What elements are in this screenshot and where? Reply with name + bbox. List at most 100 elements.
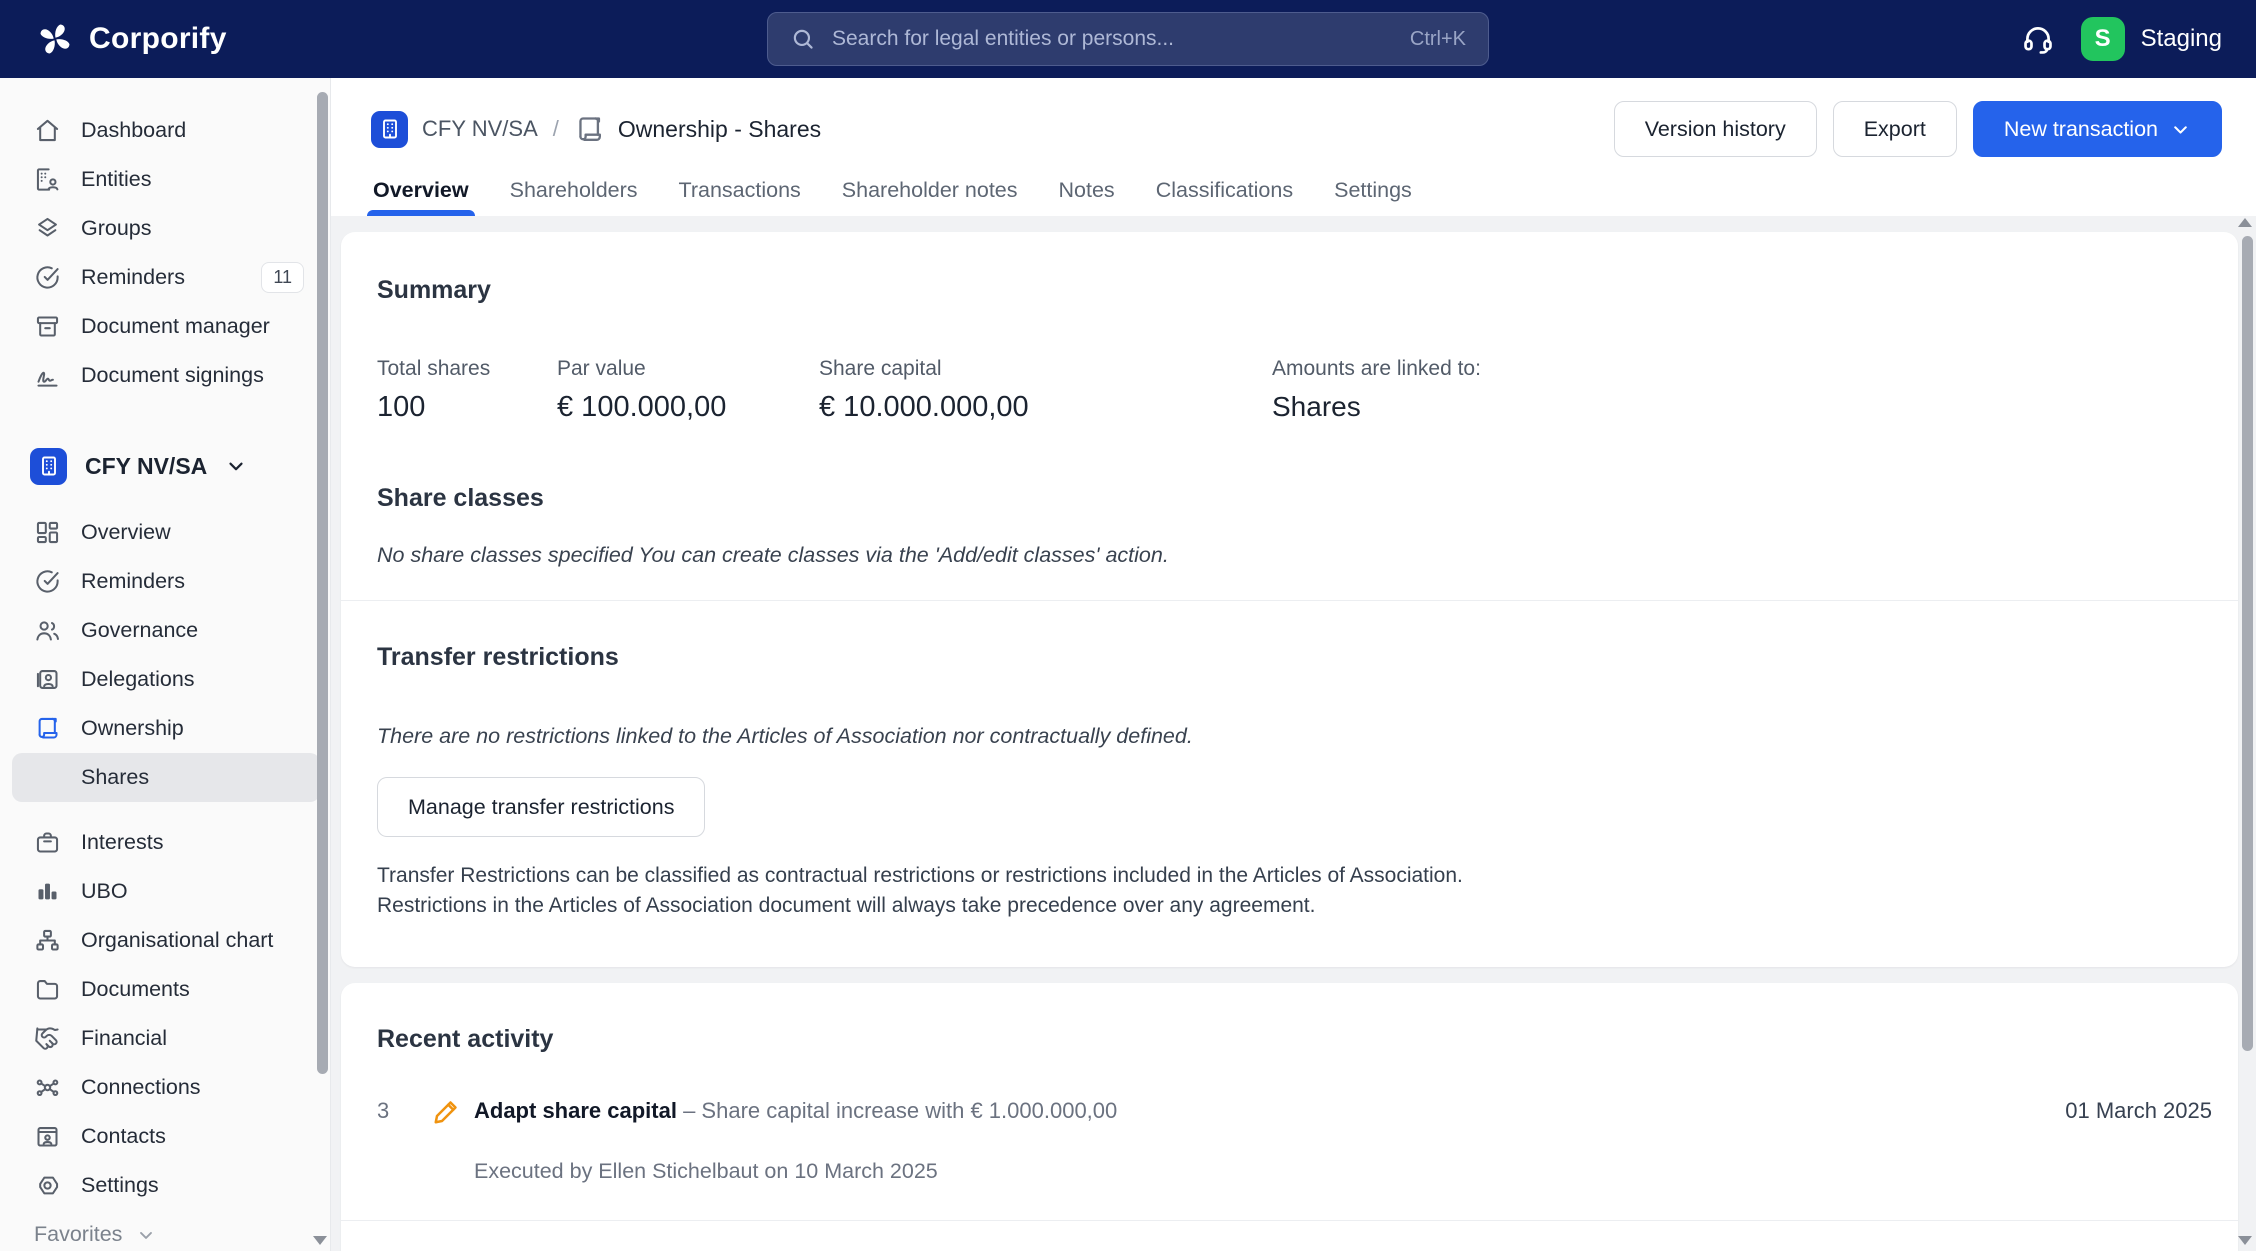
sidebar-item-label: Shares: [81, 765, 150, 789]
main-content: CFY NV/SA / Ownership - Shares Version h…: [331, 78, 2256, 1251]
tab-overview[interactable]: Overview: [367, 178, 475, 216]
page-title: Ownership - Shares: [617, 115, 822, 142]
stat-label: Share capital: [819, 357, 942, 380]
activity-row[interactable]: 3 Adapt share capital – Share capital in…: [377, 1096, 2212, 1184]
environment-badge[interactable]: S Staging: [2080, 17, 2222, 61]
tab-notes[interactable]: Notes: [1059, 178, 1115, 216]
sidebar-item-dashboard[interactable]: Dashboard: [0, 106, 330, 155]
network-icon: [36, 1079, 59, 1097]
activity-type: Adapt share capital: [474, 1097, 677, 1123]
main-scroll-down-arrow[interactable]: [2238, 1236, 2252, 1245]
handshake-icon: [35, 1027, 59, 1050]
favorites-label: Favorites: [34, 1222, 123, 1246]
content-area: Summary Total shares 100 Par value € 100…: [331, 216, 2256, 1251]
sidebar-item-delegations[interactable]: Delegations: [0, 655, 330, 704]
corporify-logo-icon: [40, 24, 70, 54]
breadcrumb-entity[interactable]: CFY NV/SA: [371, 110, 538, 148]
brand-name: Corporify: [89, 22, 227, 55]
sidebar-item-ownership[interactable]: Ownership: [0, 704, 330, 753]
sidebar-item-label: Ownership: [81, 716, 184, 740]
archive-icon: [36, 316, 59, 337]
transfer-restrictions-description: Transfer Restrictions can be classified …: [377, 861, 2202, 921]
topbar: Corporify Ctrl+K S Staging: [0, 0, 2256, 78]
support-headset-icon[interactable]: [2021, 22, 2055, 56]
sidebar-item-ubo[interactable]: UBO: [0, 867, 330, 916]
new-transaction-label: New transaction: [2003, 116, 2158, 141]
scroll-icon: [579, 116, 601, 141]
linked-label: Amounts are linked to:: [1272, 357, 1481, 380]
linked-value: Shares: [1272, 391, 1361, 422]
sidebar-item-financial[interactable]: Financial: [0, 1014, 330, 1063]
sidebar-item-label: Financial: [81, 1026, 168, 1050]
entities-icon: [36, 168, 59, 191]
sidebar-entity-switcher[interactable]: CFY NV/SA: [0, 440, 330, 492]
delegations-icon: [36, 670, 58, 689]
env-label: Staging: [2140, 25, 2222, 52]
pencil-icon: [432, 1096, 474, 1131]
sidebar-item-label: Contacts: [81, 1124, 166, 1148]
entity-avatar: [30, 447, 67, 485]
stat-value-total-shares: 100: [377, 391, 426, 423]
version-history-button[interactable]: Version history: [1613, 101, 1817, 157]
tab-settings[interactable]: Settings: [1334, 178, 1412, 216]
brand-logo[interactable]: Corporify: [34, 18, 227, 60]
folder-icon: [36, 980, 59, 1000]
tab-shareholder-notes[interactable]: Shareholder notes: [842, 178, 1018, 216]
tab-classifications[interactable]: Classifications: [1156, 178, 1293, 216]
sidebar-item-organisational-chart[interactable]: Organisational chart: [0, 916, 330, 965]
sidebar-favorites-toggle[interactable]: Favorites: [0, 1210, 330, 1251]
stat-label: Par value: [557, 357, 646, 380]
sidebar-item-entities[interactable]: Entities: [0, 155, 330, 204]
sidebar-item-interests[interactable]: Interests: [0, 818, 330, 867]
sidebar-item-label: Delegations: [81, 667, 195, 691]
activity-title: Adapt share capital – Share capital incr…: [474, 1096, 1982, 1124]
sidebar-item-entity-overview[interactable]: Overview: [0, 508, 330, 557]
check-circle-icon: [36, 570, 59, 593]
recent-activity-card: Recent activity 3 Adapt share capital – …: [341, 982, 2238, 1251]
sidebar-scrollbar-thumb[interactable]: [317, 92, 328, 1074]
global-search[interactable]: Ctrl+K: [767, 12, 1489, 66]
sidebar-item-label: Reminders: [81, 569, 185, 593]
briefcase-icon: [36, 832, 59, 853]
groups-icon: [38, 217, 57, 237]
reminders-count-badge: 11: [261, 262, 304, 293]
breadcrumb: CFY NV/SA / Ownership - Shares: [371, 110, 822, 148]
sidebar-item-shares[interactable]: Shares: [12, 753, 320, 802]
sidebar-item-label: Connections: [81, 1075, 201, 1099]
section-divider: [341, 600, 2238, 601]
manage-transfer-restrictions-button[interactable]: Manage transfer restrictions: [377, 777, 706, 837]
sidebar-item-label: Governance: [81, 618, 199, 642]
recent-activity-title: Recent activity: [377, 1024, 554, 1053]
sidebar-item-label: Overview: [81, 520, 171, 544]
sidebar-item-entity-reminders[interactable]: Reminders: [0, 557, 330, 606]
activity-executed-by: Executed by Ellen Stichelbaut on 10 Marc…: [474, 1158, 938, 1183]
chevron-down-icon: [140, 1231, 153, 1239]
sidebar-scroll-down-arrow[interactable]: [313, 1236, 327, 1245]
chevron-down-icon: [2174, 125, 2187, 134]
main-scroll-up-arrow[interactable]: [2238, 218, 2252, 227]
sidebar-item-governance[interactable]: Governance: [0, 606, 330, 655]
summary-title: Summary: [377, 276, 491, 304]
sidebar-item-settings[interactable]: Settings: [0, 1161, 330, 1210]
sidebar-item-document-manager[interactable]: Document manager: [0, 302, 330, 351]
search-input[interactable]: [832, 27, 1394, 51]
tab-transactions[interactable]: Transactions: [679, 178, 801, 216]
sidebar-item-documents[interactable]: Documents: [0, 965, 330, 1014]
export-button[interactable]: Export: [1832, 101, 1957, 157]
search-shortcut: Ctrl+K: [1409, 27, 1466, 50]
sidebar-item-label: Interests: [81, 830, 164, 854]
sidebar-item-connections[interactable]: Connections: [0, 1063, 330, 1112]
main-scrollbar-thumb[interactable]: [2242, 236, 2253, 1051]
search-icon: [793, 29, 813, 49]
new-transaction-button[interactable]: New transaction: [1972, 101, 2222, 157]
sidebar-item-label: Document signings: [81, 363, 264, 387]
dashboard-icon: [36, 521, 59, 544]
sidebar-item-contacts[interactable]: Contacts: [0, 1112, 330, 1161]
tab-shareholders[interactable]: Shareholders: [510, 178, 638, 216]
sidebar-item-reminders[interactable]: Reminders 11: [0, 253, 330, 302]
sidebar-item-groups[interactable]: Groups: [0, 204, 330, 253]
page-header: CFY NV/SA / Ownership - Shares Version h…: [331, 78, 2256, 216]
sidebar-item-label: Organisational chart: [81, 928, 274, 952]
building-icon: [382, 119, 397, 139]
sidebar-item-document-signings[interactable]: Document signings: [0, 351, 330, 400]
